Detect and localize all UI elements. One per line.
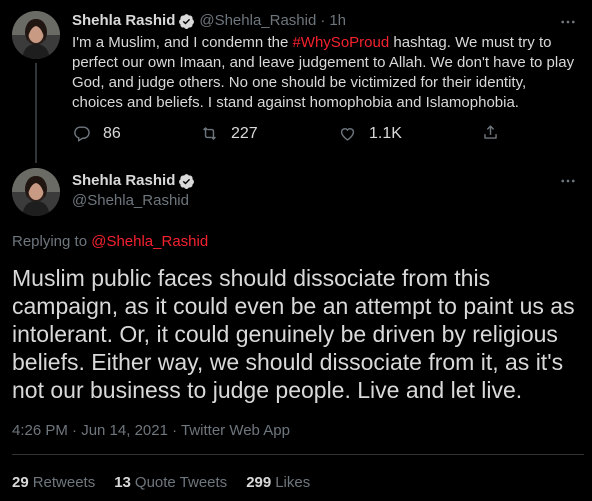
tweet1-header: Shehla Rashid @Shehla_Rashid · 1h	[72, 11, 346, 31]
mention-link[interactable]: @Shehla_Rashid	[91, 233, 208, 250]
likes-stat[interactable]: 299 Likes	[246, 473, 310, 493]
retweets-stat[interactable]: 29 Retweets	[12, 473, 95, 493]
retweet-count: 227	[231, 124, 258, 142]
retweet-icon	[203, 127, 216, 140]
profile-photo	[12, 168, 60, 216]
retweets-label: Retweets	[32, 474, 96, 491]
share-button[interactable]	[481, 123, 500, 142]
tweet-text-part: I'm a Muslim, and I condemn the	[72, 34, 293, 51]
separator: ·	[320, 12, 326, 29]
divider	[12, 454, 584, 455]
avatar[interactable]	[12, 168, 60, 216]
verified-badge-icon	[178, 13, 195, 30]
replying-label: Replying to	[12, 233, 92, 250]
more-options-icon[interactable]	[558, 12, 578, 32]
like-button[interactable]: 1.1K	[338, 124, 402, 143]
tweet-text: Muslim public faces should dissociate fr…	[12, 265, 575, 403]
author-handle[interactable]: @Shehla_Rashid	[72, 191, 189, 211]
tweet-text: I'm a Muslim, and I condemn the #WhySoPr…	[72, 33, 577, 113]
author-name[interactable]: Shehla Rashid	[72, 171, 175, 191]
retweets-count: 29	[12, 474, 29, 491]
quotes-count: 13	[114, 474, 131, 491]
reply-icon	[74, 126, 90, 142]
share-icon	[484, 125, 497, 139]
quotes-label: Quote Tweets	[134, 474, 228, 491]
reply-count: 86	[103, 124, 121, 142]
tweet-timestamp[interactable]: 4:26 PM · Jun 14, 2021 · Twitter Web App	[12, 421, 290, 441]
like-count: 1.1K	[369, 124, 402, 142]
author-name[interactable]: Shehla Rashid	[72, 11, 175, 31]
tweet-time[interactable]: 1h	[329, 11, 346, 31]
retweet-button[interactable]: 227	[200, 124, 258, 143]
profile-photo	[12, 11, 60, 59]
heart-icon	[340, 128, 355, 141]
thread-connector	[35, 63, 37, 163]
reply-button[interactable]: 86	[72, 124, 121, 143]
likes-label: Likes	[275, 474, 311, 491]
hashtag-link[interactable]: #WhySoProud	[292, 34, 389, 51]
quote-tweets-stat[interactable]: 13 Quote Tweets	[114, 473, 227, 493]
verified-badge-icon	[178, 173, 195, 190]
tweet2-header: Shehla Rashid	[72, 171, 195, 191]
replying-to: Replying to @Shehla_Rashid	[12, 232, 208, 252]
likes-count: 299	[246, 474, 272, 491]
more-options-icon[interactable]	[558, 171, 578, 191]
author-handle[interactable]: @Shehla_Rashid	[199, 11, 316, 31]
tweet-stats: 29 Retweets 13 Quote Tweets 299 Likes	[12, 473, 329, 493]
avatar[interactable]	[12, 11, 60, 59]
